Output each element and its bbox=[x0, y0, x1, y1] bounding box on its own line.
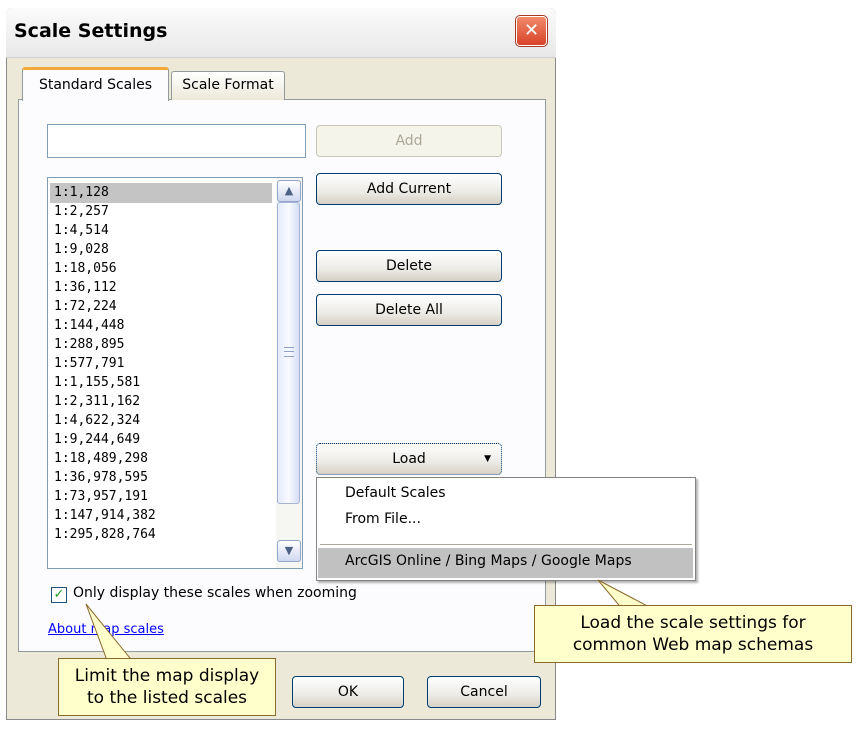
tab-standard-scales[interactable]: Standard Scales bbox=[22, 67, 169, 101]
limit-callout: Limit the map display to the listed scal… bbox=[58, 658, 276, 716]
load-callout: Load the scale settings for common Web m… bbox=[534, 605, 852, 663]
limit-callout-line-1: Limit the map display bbox=[74, 666, 260, 686]
load-callout-line-1: Load the scale settings for bbox=[580, 613, 806, 633]
load-callout-line-2: common Web map schemas bbox=[572, 635, 814, 655]
limit-callout-line-2: to the listed scales bbox=[86, 688, 248, 708]
